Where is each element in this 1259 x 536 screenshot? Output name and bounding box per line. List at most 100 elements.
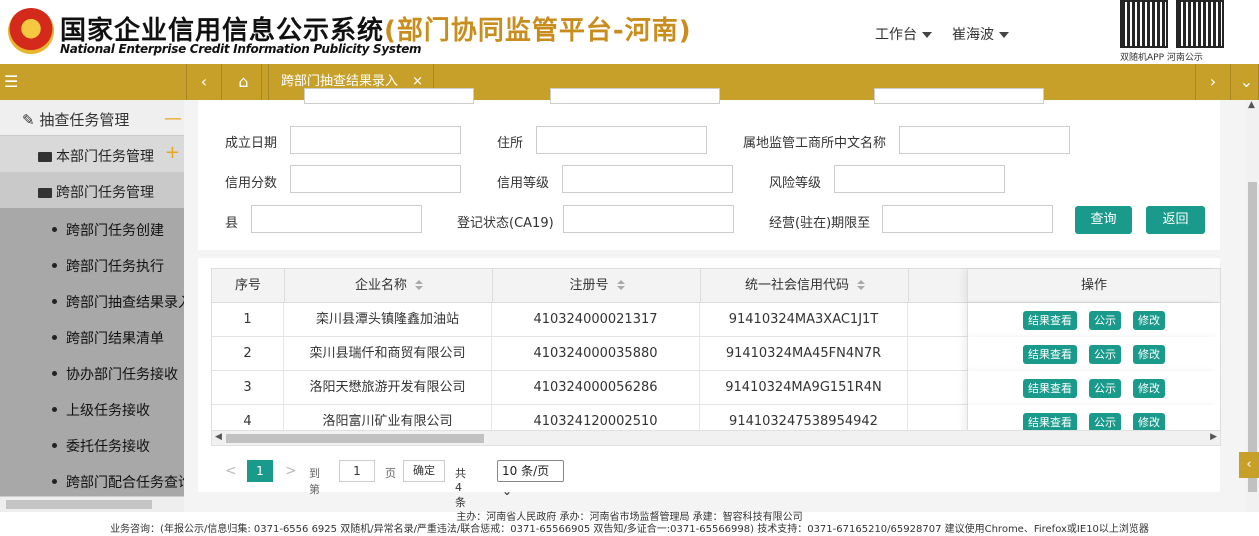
edit-button[interactable]: 修改 (1133, 311, 1165, 330)
search-form: 成立日期 住所 属地监管工商所中文名称 信用分数 信用等级 风险等级 县 登记状… (198, 88, 1220, 250)
publish-button[interactable]: 公示 (1089, 345, 1121, 364)
col-name[interactable]: 企业名称 (285, 269, 493, 302)
sidebar-item-label: 跨部门任务管理 (56, 185, 154, 201)
qr-caption: 双随机APP 河南公示 (1120, 53, 1203, 63)
edit-button[interactable]: 修改 (1133, 345, 1165, 364)
result-table-card: 序号 企业名称 注册号 统一社会信用代码 操作 1 栾川县潭头镇隆鑫加油站 41… (198, 258, 1221, 509)
scroll-up-icon[interactable]: ▲ (1248, 100, 1255, 110)
caret-down-icon (999, 32, 1009, 38)
next-page-button[interactable]: > (285, 463, 297, 479)
view-result-button[interactable]: 结果查看 (1023, 311, 1077, 330)
term-until-input[interactable] (882, 205, 1053, 233)
sidebar-item-label: 本部门任务管理 (56, 149, 154, 165)
table-scrollbar[interactable]: ◀ ▶ (211, 430, 1221, 446)
publish-button[interactable]: 公示 (1089, 379, 1121, 398)
confirm-button[interactable]: 确定 (403, 460, 445, 482)
sort-icon[interactable] (616, 280, 625, 290)
label-reg-status: 登记状态(CA19) (457, 216, 554, 231)
label-established-date: 成立日期 (225, 136, 278, 151)
sidebar-item-cross-result-entry[interactable]: 跨部门抽查结果录入 (0, 282, 184, 318)
cell-credit: 91410324MA9G151R4N (700, 371, 908, 405)
sidebar-scrollbar[interactable] (0, 496, 184, 512)
prev-page-button[interactable]: < (225, 463, 237, 479)
edit-button[interactable]: 修改 (1133, 379, 1165, 398)
caret-down-icon (922, 32, 932, 38)
query-button[interactable]: 查询 (1075, 206, 1132, 234)
cell-reg: 410324000035880 (492, 337, 700, 371)
qr-code-icon (1176, 0, 1224, 48)
label-term-until: 经营(驻在)期限至 (769, 216, 871, 231)
table-header: 序号 企业名称 注册号 统一社会信用代码 操作 (211, 268, 1221, 303)
publish-button[interactable]: 公示 (1089, 311, 1121, 330)
view-result-button[interactable]: 结果查看 (1023, 345, 1077, 364)
sidebar-item-co-dept-receive[interactable]: 协办部门任务接收 (0, 354, 184, 390)
menu-icon[interactable]: ☰ (4, 72, 18, 91)
page-size-select[interactable]: 10 条/页 ⌄ (497, 460, 564, 498)
scrollbar-thumb[interactable] (6, 500, 152, 509)
credit-score-input[interactable] (290, 165, 461, 193)
address-input[interactable] (536, 126, 707, 154)
sidebar-item-cross-execute[interactable]: 跨部门任务执行 (0, 246, 184, 282)
chevron-down-icon: ⌄ (502, 484, 513, 498)
cell-credit: 91410324MA3XAC1J1T (700, 303, 908, 337)
cell-ops: 结果查看 公示 修改 (967, 371, 1220, 405)
scrollbar-thumb[interactable] (226, 434, 484, 443)
col-idx: 序号 (212, 269, 285, 302)
sort-icon[interactable] (415, 280, 423, 290)
page-current[interactable]: 1 (247, 460, 273, 482)
search-field-partial[interactable] (550, 88, 720, 104)
chevron-down-icon[interactable]: ⌄ (1235, 64, 1259, 100)
station-input[interactable] (899, 126, 1070, 154)
sidebar-item-cross-dept[interactable]: 跨部门任务管理 (0, 172, 184, 208)
page-input[interactable]: 1 (339, 460, 375, 482)
county-input[interactable] (251, 205, 422, 233)
workbench-label: 工作台 (875, 27, 917, 43)
scroll-right-icon[interactable]: ▶ (1210, 432, 1217, 442)
page-unit: 页 (385, 467, 396, 480)
search-field-partial[interactable] (874, 88, 1044, 104)
cell-name: 栾川县瑞仟和商贸有限公司 (284, 337, 492, 371)
cell-reg: 410324000021317 (492, 303, 700, 337)
sort-icon[interactable] (857, 280, 865, 290)
table-row: 1 栾川县潭头镇隆鑫加油站 410324000021317 91410324MA… (211, 303, 1221, 337)
user-menu[interactable]: 崔海波 (952, 24, 1009, 44)
sidebar-item-label: 抽查任务管理 (39, 111, 130, 129)
col-credit[interactable]: 统一社会信用代码 (701, 269, 909, 302)
risk-level-input[interactable] (834, 165, 1005, 193)
sidebar-submenu: 跨部门任务创建 跨部门任务执行 跨部门抽查结果录入 跨部门结果清单 协办部门任务… (0, 208, 184, 508)
label-station: 属地监管工商所中文名称 (743, 136, 887, 151)
footer: 主办：河南省人民政府 承办：河南省市场监督管理局 承建：智容科技有限公司 业务咨… (0, 512, 1259, 536)
header: 国家企业信用信息公示系统(部门协同监管平台-河南) National Enter… (0, 0, 1259, 64)
cell-ops: 结果查看 公示 修改 (967, 303, 1220, 337)
tab-forward-button[interactable]: › (1195, 64, 1231, 100)
search-field-partial[interactable] (304, 88, 474, 104)
edit-icon: ✎ (22, 111, 35, 129)
side-panel-toggle[interactable]: ‹ (1239, 452, 1259, 478)
view-result-button[interactable]: 结果查看 (1023, 379, 1077, 398)
label-county: 县 (225, 216, 239, 231)
reg-status-input[interactable] (563, 205, 734, 233)
sidebar-item-upper-receive[interactable]: 上级任务接收 (0, 390, 184, 426)
sidebar-item-delegate-receive[interactable]: 委托任务接收 (0, 426, 184, 462)
main-scrollbar[interactable]: ▲ (1246, 100, 1259, 512)
sidebar-item-coop-query[interactable]: 跨部门配合任务查询 (0, 462, 184, 498)
cell-idx: 1 (212, 303, 284, 337)
sidebar: ✎ 抽查任务管理 — 本部门任务管理 + 跨部门任务管理 跨部门任务创建 跨部门… (0, 100, 184, 512)
label-credit-score: 信用分数 (225, 176, 278, 191)
sidebar-item-cross-create[interactable]: 跨部门任务创建 (0, 210, 184, 246)
sidebar-item-cross-result-list[interactable]: 跨部门结果清单 (0, 318, 184, 354)
home-icon[interactable]: ⌂ (226, 64, 262, 100)
sidebar-item-own-dept[interactable]: 本部门任务管理 + (0, 136, 184, 172)
goto-label: 到第 (309, 467, 320, 496)
scroll-left-icon[interactable]: ◀ (215, 432, 222, 442)
tab-back-button[interactable]: ‹ (186, 64, 222, 100)
label-risk-level: 风险等级 (769, 176, 822, 191)
back-button[interactable]: 返回 (1146, 206, 1205, 234)
workbench-menu[interactable]: 工作台 (875, 24, 932, 44)
sidebar-item-task-mgmt[interactable]: ✎ 抽查任务管理 — (0, 100, 184, 136)
col-reg[interactable]: 注册号 (493, 269, 701, 302)
scrollbar-thumb[interactable] (1248, 182, 1257, 492)
minus-icon: — (164, 108, 182, 129)
credit-level-input[interactable] (562, 165, 733, 193)
established-date-input[interactable] (290, 126, 461, 154)
